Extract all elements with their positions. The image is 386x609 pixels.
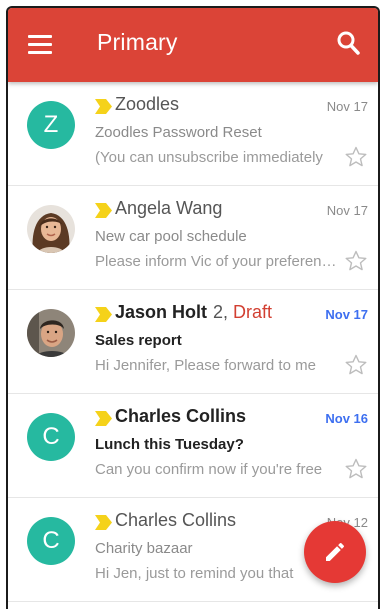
email-date: Nov 16	[325, 411, 368, 426]
search-icon[interactable]	[336, 30, 362, 58]
importance-marker-icon[interactable]	[95, 515, 112, 530]
sender-label: Charles Collins	[115, 510, 237, 530]
email-subject: New car pool schedule	[95, 228, 247, 245]
email-subject: Zoodles Password Reset	[95, 124, 262, 141]
sender-label: Jason Holt	[115, 302, 208, 322]
hamburger-menu-icon[interactable]	[28, 35, 52, 55]
sender-label: Charles Collins	[115, 406, 247, 426]
avatar: C	[27, 517, 75, 565]
phone-frame: Primary Z Zoodles Nov 17 Zoodles Passwor…	[6, 6, 380, 609]
email-snippet: Hi Jen, just to remind you that	[95, 565, 294, 582]
importance-marker-icon[interactable]	[95, 307, 112, 322]
sender-name: Zoodles	[115, 94, 179, 115]
importance-marker-icon[interactable]	[95, 99, 112, 114]
compose-button[interactable]	[304, 521, 366, 583]
email-snippet: (You can unsubscribe immediately	[95, 149, 323, 166]
email-snippet: Please inform Vic of your preferences	[95, 253, 341, 270]
avatar	[27, 205, 75, 253]
pencil-compose-icon	[326, 543, 344, 561]
star-icon[interactable]	[344, 145, 368, 169]
email-snippet: Hi Jennifer, Please forward to me	[95, 357, 316, 374]
email-date: Nov 17	[325, 307, 368, 322]
page-title: Primary	[97, 29, 178, 55]
email-subject: Charity bazaar	[95, 540, 193, 557]
importance-marker-icon[interactable]	[95, 203, 112, 218]
importance-marker-icon[interactable]	[95, 411, 112, 426]
sender-label: Zoodles	[115, 94, 180, 114]
email-subject: Sales report	[95, 332, 182, 349]
email-date: Nov 17	[326, 203, 368, 218]
email-row[interactable]: Angela Wang Nov 17 New car pool schedule…	[8, 186, 378, 290]
email-snippet: Can you confirm now if you're free	[95, 461, 323, 478]
email-row[interactable]: Z Zoodles Nov 17 Zoodles Password Reset …	[8, 82, 378, 186]
sender-name: Charles Collins	[115, 510, 236, 531]
star-icon[interactable]	[344, 457, 368, 481]
avatar: Z	[27, 101, 75, 149]
avatar: C	[27, 413, 75, 461]
sender-name: Charles Collins	[115, 406, 246, 427]
app-bar: Primary	[8, 8, 378, 82]
sender-name: Angela Wang	[115, 198, 222, 219]
star-icon[interactable]	[344, 249, 368, 273]
email-subject: Lunch this Tuesday?	[95, 436, 244, 453]
star-icon[interactable]	[344, 353, 368, 377]
draft-label: Draft	[233, 302, 273, 322]
thread-count: 2,	[213, 302, 229, 322]
sender-label: Angela Wang	[115, 198, 223, 218]
email-date: Nov 17	[326, 99, 368, 114]
email-row[interactable]: C Charles Collins Nov 16 Lunch this Tues…	[8, 394, 378, 498]
sender-name: Jason Holt 2, Draft	[115, 302, 272, 323]
avatar	[27, 309, 75, 357]
email-row[interactable]: Jason Holt 2, Draft Nov 17 Sales report H…	[8, 290, 378, 394]
